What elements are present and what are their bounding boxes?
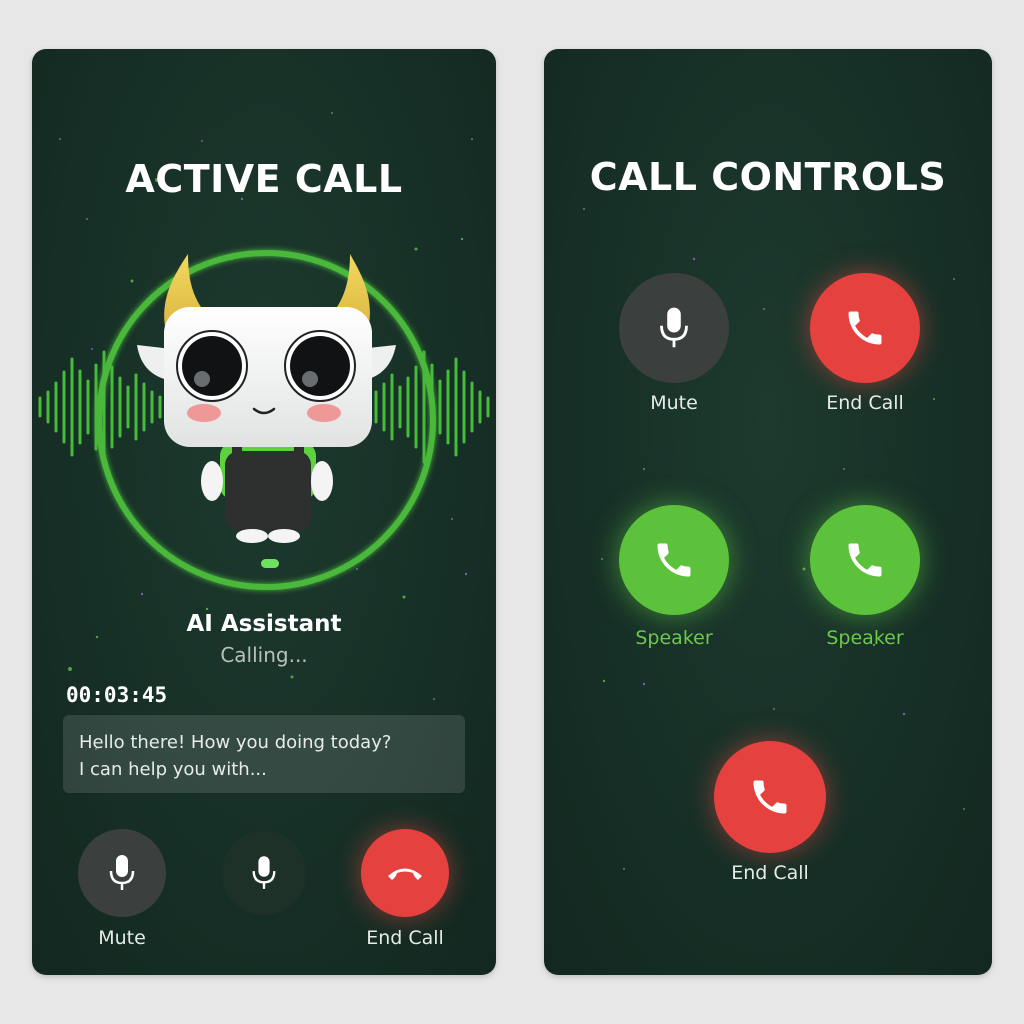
speaker-button[interactable] xyxy=(810,505,920,615)
end-call-label: End Call xyxy=(366,927,444,949)
mute-button[interactable] xyxy=(78,829,166,917)
ring-indicator xyxy=(261,559,279,568)
panel-title: CALL CONTROLS xyxy=(589,155,947,199)
phone-icon xyxy=(848,311,882,345)
call-timer: 00:03:45 xyxy=(66,683,168,707)
caller-name: AI Assistant xyxy=(186,611,342,637)
phone-icon xyxy=(657,543,691,577)
microphone-button[interactable] xyxy=(222,831,306,915)
mute-button[interactable] xyxy=(619,273,729,383)
end-call-label: End Call xyxy=(826,392,904,414)
speaker-button[interactable] xyxy=(619,505,729,615)
speaker-label: Speaker xyxy=(826,627,904,649)
call-controls-panel: CALL CONTROLS Mute End Call Speaker Spea… xyxy=(544,49,992,975)
end-call-button[interactable] xyxy=(810,273,920,383)
call-status: Calling... xyxy=(220,643,308,667)
active-call-panel: ACTIVE CALL AI Assistant Calling... 00:0… xyxy=(32,49,496,975)
end-call-label: End Call xyxy=(731,862,809,884)
hang-up-icon xyxy=(388,868,422,880)
microphone-icon xyxy=(252,856,276,889)
end-call-button[interactable] xyxy=(361,829,449,917)
phone-icon xyxy=(848,543,882,577)
mute-label: Mute xyxy=(650,392,698,414)
transcript-line: Hello there! How you doing today? xyxy=(79,732,392,753)
transcript-line: I can help you with... xyxy=(79,759,267,780)
end-call-button[interactable] xyxy=(714,741,826,853)
microphone-icon xyxy=(660,307,688,348)
speaker-label: Speaker xyxy=(635,627,713,649)
mute-label: Mute xyxy=(98,927,146,949)
phone-icon xyxy=(753,780,787,814)
transcript-box: Hello there! How you doing today? I can … xyxy=(63,715,465,793)
assistant-avatar xyxy=(38,250,490,590)
microphone-icon xyxy=(109,855,135,890)
